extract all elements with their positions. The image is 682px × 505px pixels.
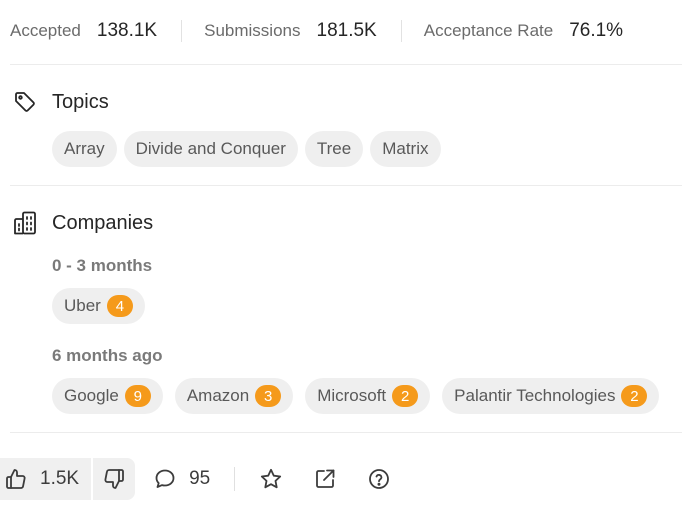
company-name: Google	[64, 386, 119, 405]
tag-icon	[12, 89, 38, 115]
comments-button[interactable]: 95	[153, 467, 210, 491]
help-icon	[367, 467, 391, 491]
vote-group: 1.5K	[0, 458, 136, 500]
section-divider	[10, 185, 682, 186]
section-divider	[10, 432, 682, 433]
companies-title: Companies	[52, 211, 154, 234]
like-count: 1.5K	[40, 468, 80, 489]
company-count-badge: 9	[124, 385, 151, 407]
acceptance-rate-value: 76.1%	[569, 20, 624, 41]
stats-row: Accepted 138.1K Submissions 181.5K Accep…	[10, 14, 623, 48]
topics-header[interactable]: Topics	[12, 88, 109, 116]
submissions-label: Submissions	[204, 21, 301, 40]
company-chip-uber[interactable]: Uber 4	[52, 288, 145, 324]
topic-chip-divide-and-conquer[interactable]: Divide and Conquer	[123, 131, 298, 167]
favorite-button[interactable]	[257, 465, 285, 493]
section-divider	[10, 64, 682, 65]
company-count-badge: 3	[255, 385, 282, 407]
share-button[interactable]	[311, 465, 339, 493]
period-label-older: 6 months ago	[52, 346, 163, 365]
companies-recent-list: Uber 4	[52, 288, 145, 324]
comment-count: 95	[189, 468, 211, 489]
dislike-button[interactable]	[93, 458, 136, 500]
topic-chip-matrix[interactable]: Matrix	[370, 131, 441, 167]
submissions-value: 181.5K	[316, 20, 377, 41]
topics-title: Topics	[52, 90, 109, 113]
buildings-icon	[12, 210, 38, 236]
acceptance-rate-label: Acceptance Rate	[423, 21, 554, 40]
star-icon	[259, 467, 283, 491]
action-bar: 1.5K 95	[0, 458, 419, 500]
company-chip-palantir-technologies[interactable]: Palantir Technologies 2	[442, 378, 660, 414]
stat-divider	[181, 20, 183, 42]
topic-chip-array[interactable]: Array	[52, 131, 117, 167]
accepted-stat: Accepted 138.1K	[10, 14, 157, 48]
action-bar-divider	[234, 467, 236, 491]
thumbs-up-icon	[4, 467, 28, 491]
help-button[interactable]	[365, 465, 393, 493]
acceptance-rate-stat: Acceptance Rate 76.1%	[424, 14, 623, 48]
company-chip-microsoft[interactable]: Microsoft 2	[305, 378, 431, 414]
submissions-stat: Submissions 181.5K	[204, 14, 377, 48]
companies-header[interactable]: Companies	[12, 209, 153, 237]
like-button[interactable]: 1.5K	[0, 458, 92, 500]
company-name: Palantir Technologies	[454, 386, 616, 405]
company-name: Microsoft	[317, 386, 387, 405]
company-name: Uber	[64, 296, 101, 315]
accepted-value: 138.1K	[96, 20, 158, 41]
company-count-badge: 2	[621, 385, 648, 407]
external-link-icon	[313, 467, 337, 491]
company-chip-amazon[interactable]: Amazon 3	[174, 378, 294, 414]
period-label-recent: 0 - 3 months	[52, 256, 153, 275]
topic-chip-tree[interactable]: Tree	[304, 131, 364, 167]
comment-icon	[153, 467, 177, 491]
company-count-badge: 4	[106, 295, 133, 317]
company-count-badge: 2	[392, 385, 419, 407]
company-chip-google[interactable]: Google 9	[52, 378, 163, 414]
accepted-label: Accepted	[10, 21, 81, 40]
company-name: Amazon	[186, 386, 250, 405]
thumbs-down-icon	[102, 467, 126, 491]
stat-divider	[400, 20, 402, 42]
companies-older-list: Google 9 Amazon 3 Microsoft 2 Palantir T…	[52, 378, 660, 414]
topics-list: Array Divide and Conquer Tree Matrix	[52, 131, 441, 167]
